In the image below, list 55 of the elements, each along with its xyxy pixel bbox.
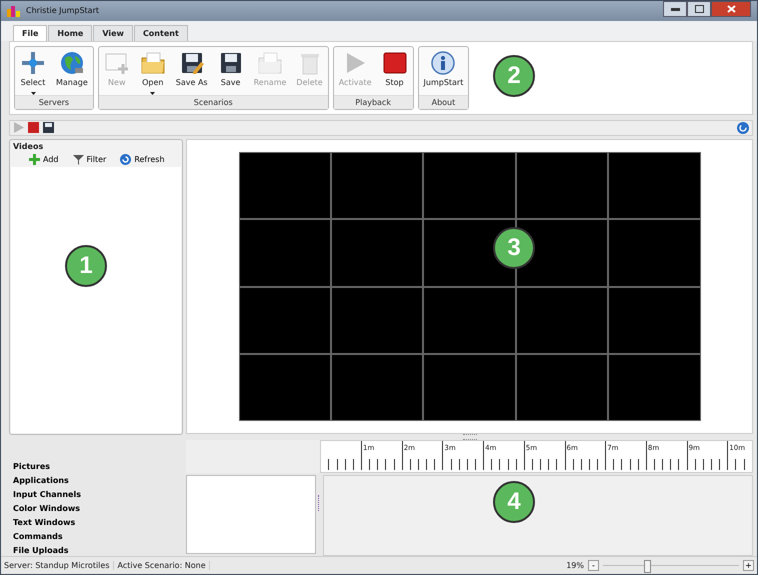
- server-status: Server: Standup Microtiles: [4, 561, 114, 570]
- category-item[interactable]: Pictures: [9, 460, 183, 472]
- ribbon-button[interactable]: Save: [212, 46, 249, 95]
- save-icon: [43, 122, 54, 134]
- stop-icon: [382, 50, 408, 76]
- ribbon-button[interactable]: Stop: [376, 46, 413, 95]
- splitter-handle[interactable]: [318, 495, 321, 512]
- window-title: Christie JumpStart: [26, 6, 100, 16]
- ribbon-button[interactable]: Manage: [51, 46, 93, 95]
- minimize-icon: [670, 8, 680, 10]
- ribbon-button[interactable]: Open: [134, 46, 171, 95]
- toolbar-button[interactable]: [42, 121, 55, 134]
- category-item[interactable]: Input Channels: [9, 488, 183, 500]
- filter-icon: [72, 154, 84, 166]
- ribbon-button[interactable]: JumpStart: [418, 46, 468, 95]
- ribbon-tab[interactable]: Home: [48, 24, 92, 41]
- zoom-in-button[interactable]: +: [743, 560, 754, 572]
- folder-icon: [257, 50, 284, 76]
- minimize-button[interactable]: [663, 1, 687, 17]
- close-icon: [726, 5, 736, 13]
- panel-action-button[interactable]: Add: [29, 154, 58, 166]
- scenario-status: Active Scenario: None: [118, 561, 210, 570]
- ribbon-tab[interactable]: Content: [134, 24, 188, 41]
- group-label: Servers: [15, 94, 93, 109]
- close-button[interactable]: [711, 1, 751, 17]
- zoom-out-button[interactable]: -: [588, 560, 599, 572]
- play-icon: [14, 122, 24, 134]
- ribbon-button[interactable]: Save As: [170, 46, 213, 95]
- zoom-level: 19%: [566, 561, 584, 570]
- panel-title: Videos: [12, 141, 44, 152]
- group-label: About: [418, 94, 468, 109]
- category-item[interactable]: Applications: [9, 474, 183, 486]
- group-label: Playback: [334, 94, 413, 109]
- ribbon-tab[interactable]: File: [13, 24, 48, 41]
- group-label: Scenarios: [98, 94, 328, 109]
- ribbon-button[interactable]: Select: [15, 46, 51, 95]
- stop-icon: [28, 122, 39, 134]
- category-item[interactable]: Commands: [9, 530, 183, 542]
- panel-action-button[interactable]: Filter: [72, 154, 106, 166]
- folder-icon: [140, 50, 166, 76]
- refresh-icon: [120, 154, 132, 166]
- plus-icon: [29, 154, 40, 166]
- maximize-icon: [694, 5, 704, 13]
- slider-thumb[interactable]: [644, 560, 651, 573]
- app-logo-icon: [7, 4, 21, 17]
- toolbar-button[interactable]: [27, 121, 40, 134]
- info-icon: [430, 50, 456, 76]
- ribbon-tab[interactable]: View: [93, 24, 133, 41]
- category-item[interactable]: Text Windows: [9, 516, 183, 528]
- globe-icon: [58, 50, 85, 76]
- crosshair-icon: [20, 50, 46, 76]
- maximize-button[interactable]: [687, 1, 711, 17]
- panel-action-button[interactable]: Refresh: [120, 154, 165, 166]
- category-item[interactable]: Color Windows: [9, 502, 183, 514]
- category-item[interactable]: File Uploads: [9, 544, 183, 556]
